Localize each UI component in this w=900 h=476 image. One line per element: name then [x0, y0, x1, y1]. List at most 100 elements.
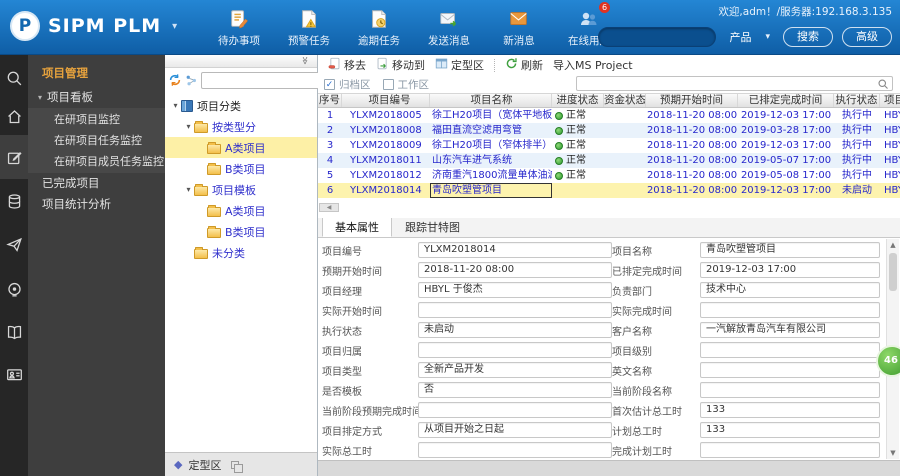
field-input[interactable] — [418, 442, 612, 458]
scrollbar-thumb[interactable] — [889, 253, 897, 291]
rail-send-icon[interactable] — [0, 225, 28, 263]
sidebar-item[interactable]: 已完成项目 — [28, 173, 165, 194]
field-input[interactable]: 青岛吹塑管项目 — [700, 242, 880, 258]
tree-refresh-icon[interactable] — [168, 72, 182, 88]
column-header[interactable]: 序号 — [318, 94, 342, 107]
header-send-message-button[interactable]: 发送消息 — [420, 6, 478, 48]
caret-down-icon[interactable]: ▾ — [183, 185, 194, 194]
tree-node[interactable]: ▾ 项目模板 — [165, 179, 317, 200]
field-input[interactable]: 2018-11-20 08:00 — [418, 262, 612, 278]
sidebar-item[interactable]: 在研项目监控 — [28, 109, 165, 130]
caret-down-icon[interactable]: ▾ — [183, 122, 194, 131]
field-input[interactable]: 否 — [418, 382, 612, 398]
rail-database-icon[interactable] — [0, 182, 28, 220]
field-input[interactable]: 全新产品开发 — [418, 362, 612, 378]
column-header[interactable]: 项目 — [880, 94, 900, 107]
rail-book-icon[interactable] — [0, 313, 28, 351]
floating-notification-badge[interactable]: 46 — [876, 345, 900, 377]
tab-跟踪甘特图[interactable]: 跟踪甘特图 — [392, 217, 473, 237]
tree-settings-icon[interactable] — [185, 72, 198, 88]
header-new-message-button[interactable]: 新消息 — [490, 6, 548, 48]
advanced-search-button[interactable]: 高级 — [842, 27, 892, 47]
collapse-chevron-icon[interactable]: ≫ — [300, 56, 309, 64]
search-category-dropdown[interactable]: 产品 ▾ — [725, 29, 774, 45]
table-row[interactable]: 1 YLXM2018005 徐工H20项目（宽体平地板） 正常 2018-11-20 0… — [318, 108, 900, 123]
field-input[interactable]: 从项目开始之日起 — [418, 422, 612, 438]
field-input[interactable] — [418, 342, 612, 358]
table-row[interactable]: 6 YLXM2018014 青岛吹塑管项目 2018-11-20 08:00 2019-… — [318, 183, 900, 198]
tree-node[interactable]: ▾ 按类型分 — [165, 116, 317, 137]
rail-edit-icon[interactable] — [0, 135, 28, 179]
tree-node[interactable]: B类项目 — [165, 221, 317, 242]
field-input[interactable] — [700, 362, 880, 378]
sidebar-item[interactable]: 项目统计分析 — [28, 194, 165, 215]
field-input[interactable] — [418, 402, 612, 418]
rail-broadcast-icon[interactable] — [0, 270, 28, 308]
scroll-up-icon[interactable]: ▲ — [887, 239, 899, 251]
header-warning-button[interactable]: 预警任务 — [280, 6, 338, 48]
field-input[interactable] — [700, 442, 880, 458]
field-input[interactable]: HBYL 于俊杰 — [418, 282, 612, 298]
global-search-input[interactable] — [598, 27, 717, 47]
tree-node[interactable]: A类项目 — [165, 200, 317, 221]
column-header[interactable]: 已排定完成时间 — [738, 94, 834, 107]
column-header[interactable]: 预期开始时间 — [646, 94, 738, 107]
tree-node-label: A类项目 — [225, 204, 266, 218]
search-button[interactable]: 搜索 — [783, 27, 833, 47]
field-input[interactable] — [700, 382, 880, 398]
column-header[interactable]: 资金状态 — [604, 94, 646, 107]
table-row[interactable]: 4 YLXM2018011 山东汽车进气系统 正常 2018-11-20 08:00 20… — [318, 153, 900, 168]
field-input[interactable]: 133 — [700, 422, 880, 438]
column-header[interactable]: 进度状态 — [552, 94, 604, 107]
column-header[interactable]: 项目编号 — [342, 94, 430, 107]
move-to-button[interactable]: 移动到 — [371, 56, 430, 74]
cell-progress: 正常 — [552, 153, 604, 168]
fixed-area-button[interactable]: 定型区 — [430, 56, 489, 74]
form-row: 已排定完成时间 2019-12-03 17:00 — [612, 260, 880, 280]
field-input[interactable]: 未启动 — [418, 322, 612, 338]
field-label: 已排定完成时间 — [612, 266, 682, 278]
filter-checkbox-归档区[interactable]: ✓ 归档区 — [324, 77, 371, 92]
import-ms-project-button[interactable]: 导入MS Project — [548, 56, 638, 74]
filter-checkbox-工作区[interactable]: 工作区 — [382, 77, 429, 92]
refresh-button[interactable]: 刷新 — [500, 56, 548, 74]
table-row[interactable]: 3 YLXM2018009 徐工H20项目（窄体排半） 正常 2018-11-20 08… — [318, 138, 900, 153]
field-input[interactable]: 2019-12-03 17:00 — [700, 262, 880, 278]
sidebar-item[interactable]: 在研项目任务监控 — [28, 130, 165, 151]
cell-exec: 执行中 — [842, 125, 872, 136]
table-row[interactable]: 2 YLXM2018008 福田直流空滤用弯管 正常 2018-11-20 08:00 2… — [318, 123, 900, 138]
tab-基本属性[interactable]: 基本属性 — [322, 217, 392, 237]
header-overdue-button[interactable]: 逾期任务 — [350, 6, 408, 48]
cell-code: YLXM2018012 — [350, 170, 422, 181]
field-input[interactable]: 技术中心 — [700, 282, 880, 298]
tree-node[interactable]: A类项目 — [165, 137, 317, 158]
fixed-area-panel-header[interactable]: ◆ 定型区 — [165, 452, 317, 476]
tree-node[interactable]: 未分类 — [165, 242, 317, 263]
table-row[interactable]: 5 YLXM2018012 济南重汽1800流量单体油滤 正常 2018-11-20 0… — [318, 168, 900, 183]
splitter-handle[interactable]: ◀ — [319, 203, 339, 212]
tree-node[interactable]: B类项目 — [165, 158, 317, 179]
sidebar-module-title[interactable]: 项目管理 — [28, 55, 165, 87]
field-input[interactable]: 133 — [700, 402, 880, 418]
rail-search-icon[interactable] — [0, 59, 28, 97]
caret-down-icon[interactable]: ▾ — [170, 101, 181, 110]
scroll-down-icon[interactable]: ▼ — [887, 447, 899, 459]
column-header[interactable]: 执行状态 — [834, 94, 880, 107]
field-input[interactable]: YLXM2018014 — [418, 242, 612, 258]
remove-button[interactable]: 移去 — [323, 56, 371, 74]
rail-idcard-icon[interactable] — [0, 355, 28, 393]
header-todo-button[interactable]: 待办事项 — [210, 6, 268, 48]
field-input[interactable] — [700, 302, 880, 318]
cell-progress — [552, 183, 604, 198]
sidebar-item[interactable]: 在研项目成员任务监控 — [28, 151, 165, 172]
app-logo-menu[interactable]: P SIPM PLM ▾ — [10, 11, 177, 41]
rail-home-icon[interactable] — [0, 97, 28, 135]
field-input[interactable] — [418, 302, 612, 318]
form-row: 项目编号 YLXM2018014 — [322, 240, 612, 260]
field-input[interactable] — [700, 342, 880, 358]
table-search-input[interactable] — [577, 78, 877, 89]
sidebar-item-group[interactable]: ▾ 项目看板 — [28, 87, 165, 108]
tree-node[interactable]: ▾ 项目分类 — [165, 95, 317, 116]
field-input[interactable]: 一汽解放青岛汽车有限公司 — [700, 322, 880, 338]
column-header[interactable]: 项目名称 — [430, 94, 552, 107]
